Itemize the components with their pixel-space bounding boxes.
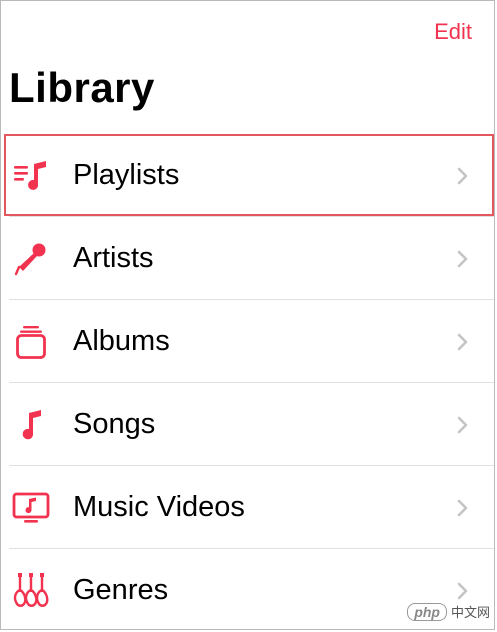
music-video-icon [11, 488, 51, 528]
chevron-right-icon [456, 332, 470, 352]
library-item-label: Songs [73, 408, 156, 440]
chevron-right-icon [456, 166, 470, 186]
watermark-text: 中文网 [450, 605, 490, 620]
guitars-icon [11, 571, 51, 611]
albums-icon [11, 322, 51, 362]
library-item-label: Albums [73, 325, 170, 357]
chevron-right-icon [456, 249, 470, 269]
library-item-playlists[interactable]: Playlists [1, 134, 494, 217]
library-list: Playlists Artists Albums Songs Music Vid… [1, 134, 494, 629]
chevron-right-icon [456, 581, 470, 601]
watermark: php 中文网 [407, 602, 490, 621]
library-item-label: Music Videos [73, 491, 245, 523]
page-title: Library [9, 64, 155, 111]
edit-button[interactable]: Edit [434, 19, 472, 45]
library-item-albums[interactable]: Albums [1, 300, 494, 383]
chevron-right-icon [456, 498, 470, 518]
library-item-label: Genres [73, 574, 169, 606]
microphone-icon [11, 239, 51, 279]
chevron-right-icon [456, 415, 470, 435]
library-item-music-videos[interactable]: Music Videos [1, 466, 494, 549]
library-item-label: Playlists [73, 159, 180, 191]
music-note-icon [11, 405, 51, 445]
library-item-songs[interactable]: Songs [1, 383, 494, 466]
library-screen: Edit Library Playlists Artists Albums So… [0, 0, 495, 630]
library-item-label: Artists [73, 242, 154, 274]
watermark-logo: php [407, 602, 447, 621]
playlists-icon [11, 156, 51, 196]
library-item-artists[interactable]: Artists [1, 217, 494, 300]
